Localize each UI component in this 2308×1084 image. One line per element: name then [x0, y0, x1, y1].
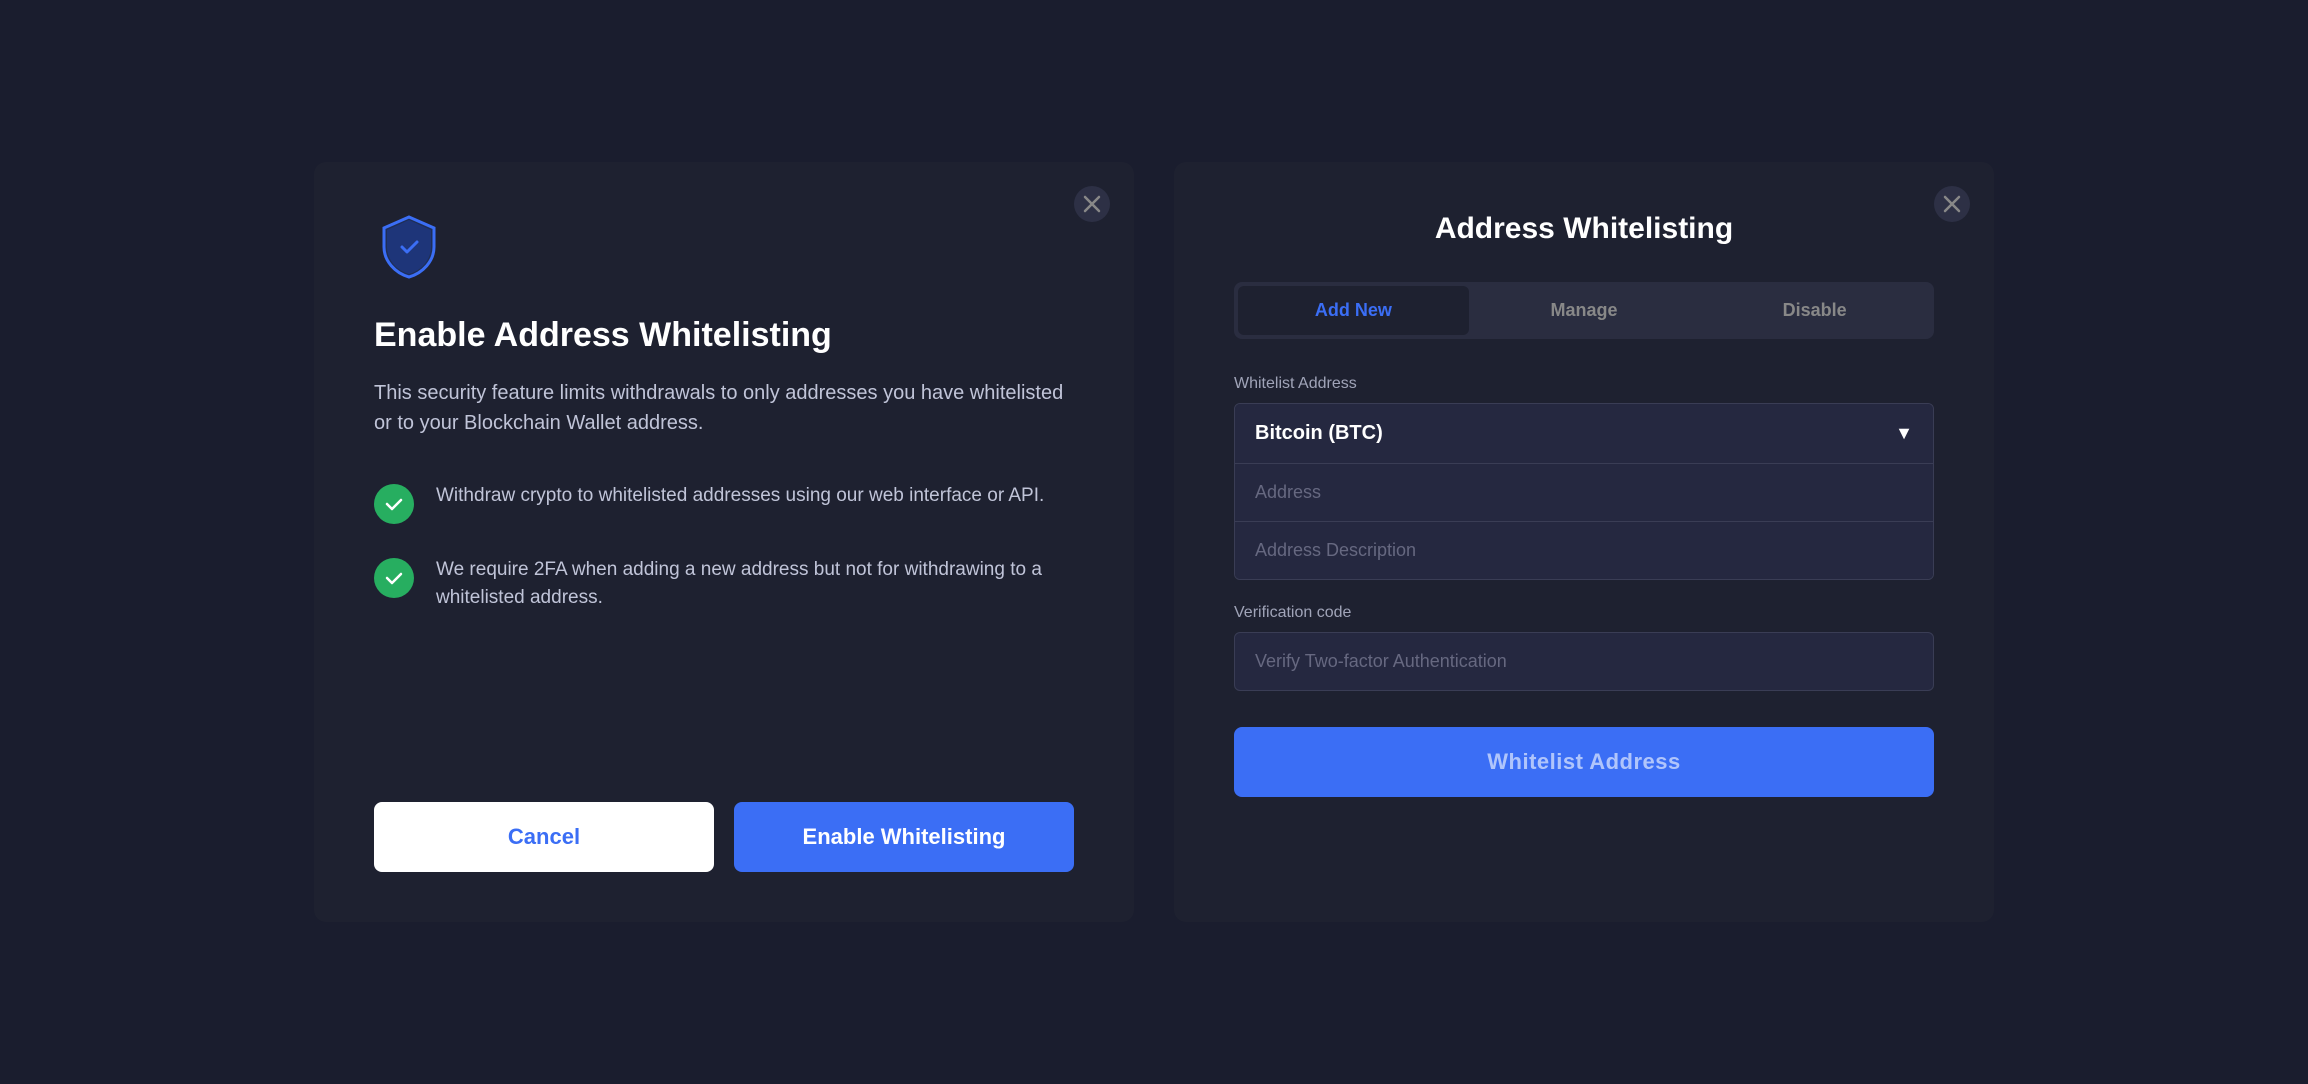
- close-icon: [1083, 195, 1101, 213]
- verification-group: Verification code: [1234, 604, 1934, 691]
- whitelist-address-button[interactable]: Whitelist Address: [1234, 727, 1934, 797]
- chevron-down-icon: ▼: [1895, 423, 1913, 444]
- page-container: Enable Address Whitelisting This securit…: [0, 0, 2308, 1084]
- tab-manage[interactable]: Manage: [1469, 286, 1700, 335]
- right-modal: Address Whitelisting Add New Manage Disa…: [1174, 162, 1994, 922]
- feature-list: Withdraw crypto to whitelisted addresses…: [374, 482, 1074, 742]
- close-icon-right: [1943, 195, 1961, 213]
- verification-label: Verification code: [1234, 604, 1934, 622]
- shield-icon: [374, 212, 444, 282]
- address-input[interactable]: [1235, 463, 1933, 521]
- verification-input[interactable]: [1234, 632, 1934, 691]
- left-modal-buttons: Cancel Enable Whitelisting: [374, 802, 1074, 872]
- currency-dropdown[interactable]: Bitcoin (BTC) ▼: [1235, 404, 1933, 463]
- left-modal-description: This security feature limits withdrawals…: [374, 378, 1074, 438]
- left-modal: Enable Address Whitelisting This securit…: [314, 162, 1134, 922]
- tab-add-new[interactable]: Add New: [1238, 286, 1469, 335]
- feature-item-2: We require 2FA when adding a new address…: [374, 556, 1074, 613]
- modals-wrapper: Enable Address Whitelisting This securit…: [314, 162, 1994, 922]
- feature-text-2: We require 2FA when adding a new address…: [436, 556, 1074, 613]
- shield-icon-wrap: [374, 212, 1074, 287]
- tab-disable[interactable]: Disable: [1699, 286, 1930, 335]
- left-modal-close-button[interactable]: [1074, 186, 1110, 222]
- check-icon-1: [374, 484, 414, 524]
- right-modal-close-button[interactable]: [1934, 186, 1970, 222]
- left-modal-title: Enable Address Whitelisting: [374, 315, 1074, 356]
- selected-currency: Bitcoin (BTC): [1255, 422, 1383, 445]
- enable-whitelisting-button[interactable]: Enable Whitelisting: [734, 802, 1074, 872]
- check-icon-2: [374, 558, 414, 598]
- whitelist-address-group: Whitelist Address Bitcoin (BTC) ▼: [1234, 375, 1934, 580]
- currency-dropdown-wrapper: Bitcoin (BTC) ▼: [1234, 403, 1934, 580]
- whitelist-address-label: Whitelist Address: [1234, 375, 1934, 393]
- address-description-input[interactable]: [1235, 521, 1933, 579]
- cancel-button[interactable]: Cancel: [374, 802, 714, 872]
- feature-item-1: Withdraw crypto to whitelisted addresses…: [374, 482, 1074, 524]
- tab-bar: Add New Manage Disable: [1234, 282, 1934, 339]
- right-modal-title: Address Whitelisting: [1234, 212, 1934, 246]
- feature-text-1: Withdraw crypto to whitelisted addresses…: [436, 482, 1044, 511]
